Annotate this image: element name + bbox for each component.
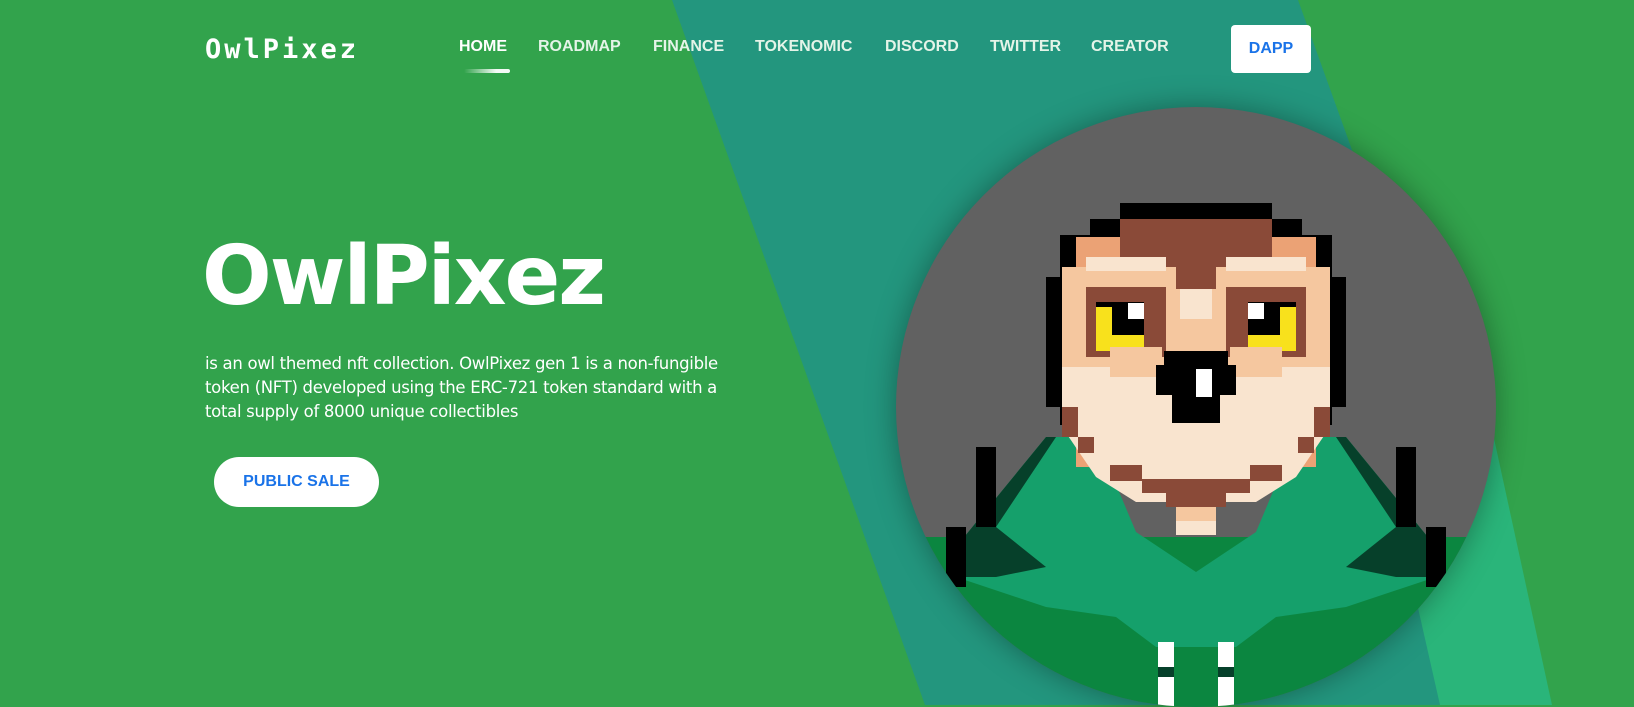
- hero-description: is an owl themed nft collection. OwlPixe…: [205, 354, 718, 421]
- hero-title: OwlPixez: [202, 229, 606, 324]
- public-sale-button[interactable]: PUBLIC SALE: [214, 457, 379, 507]
- nav-roadmap[interactable]: ROADMAP: [538, 38, 621, 56]
- nav-home[interactable]: HOME: [459, 38, 507, 56]
- dapp-button[interactable]: DAPP: [1231, 25, 1311, 73]
- nav-creator[interactable]: CREATOR: [1091, 38, 1169, 56]
- nav-tokenomic[interactable]: TOKENOMIC: [755, 38, 852, 56]
- pixel-owl-icon: [896, 203, 1496, 707]
- nav-twitter[interactable]: TWITTER: [990, 38, 1061, 56]
- owl-avatar: [896, 107, 1496, 707]
- nav-active-underline: [464, 69, 510, 73]
- brand-logo[interactable]: OwlPixez: [205, 34, 359, 65]
- nav-finance[interactable]: FINANCE: [653, 38, 724, 56]
- nav-discord[interactable]: DISCORD: [885, 38, 959, 56]
